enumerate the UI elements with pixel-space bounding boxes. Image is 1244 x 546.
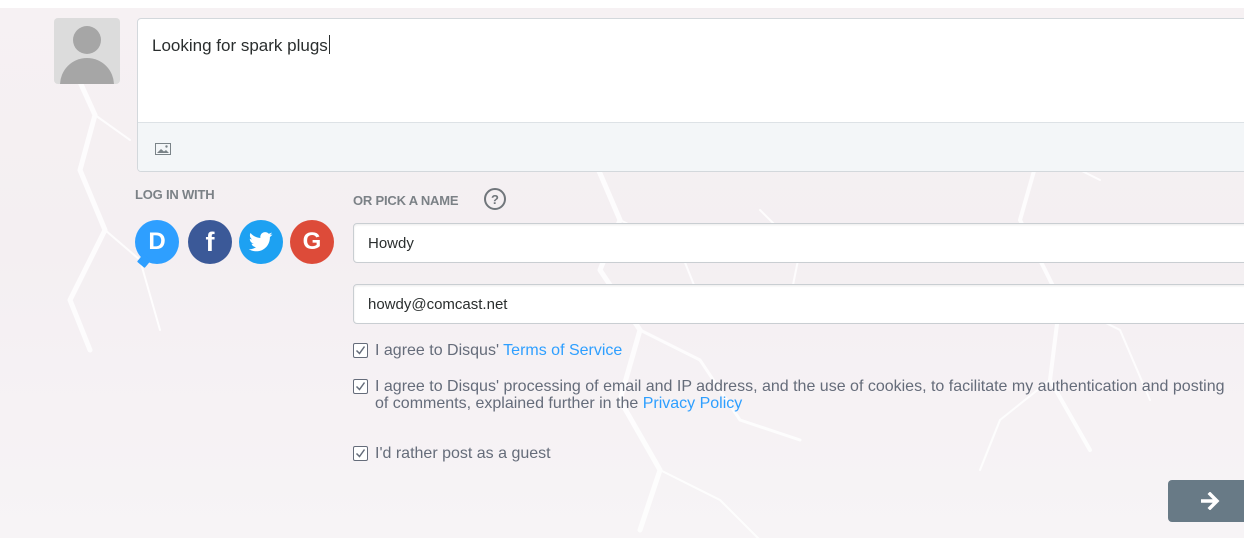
composer-toolbar <box>138 122 1244 171</box>
avatar-head <box>73 26 101 54</box>
comment-textarea[interactable]: Looking for spark plugs <box>138 19 1244 137</box>
user-avatar <box>54 18 120 84</box>
check-icon <box>355 449 366 458</box>
twitter-bird-icon <box>249 232 273 252</box>
help-glyph: ? <box>491 191 499 207</box>
guest-consent-text: I'd rather post as a guest <box>375 445 551 462</box>
comment-composer[interactable]: Looking for spark plugs <box>137 18 1244 172</box>
disqus-login-button[interactable]: D <box>135 220 179 264</box>
privacy-consent-row: I agree to Disqus' processing of email a… <box>353 378 1235 412</box>
guest-checkbox[interactable] <box>353 446 368 461</box>
google-icon: G <box>302 228 322 255</box>
disqus-icon: D <box>148 228 166 255</box>
terms-checkbox[interactable] <box>353 343 368 358</box>
check-icon <box>355 346 366 355</box>
top-edge <box>0 0 1244 8</box>
comment-text: Looking for spark plugs <box>152 36 328 55</box>
log-in-with-label: LOG IN WITH <box>135 187 215 202</box>
terms-prefix: I agree to Disqus' <box>375 342 504 359</box>
twitter-login-button[interactable] <box>239 220 283 264</box>
avatar-shoulders <box>60 58 114 84</box>
privacy-checkbox[interactable] <box>353 379 368 394</box>
text-cursor <box>328 35 330 54</box>
image-upload-icon[interactable] <box>155 143 171 155</box>
privacy-text: I agree to Disqus' processing of email a… <box>375 378 1225 412</box>
help-icon[interactable]: ? <box>484 188 506 210</box>
google-login-button[interactable]: G <box>290 220 334 264</box>
guest-consent-row: I'd rather post as a guest <box>353 445 551 462</box>
check-icon <box>355 382 366 391</box>
privacy-consent-text: I agree to Disqus' processing of email a… <box>375 378 1235 412</box>
name-input[interactable] <box>353 223 1244 263</box>
submit-button[interactable] <box>1168 480 1244 522</box>
facebook-login-button[interactable]: f <box>188 220 232 264</box>
arrow-right-icon <box>1200 492 1219 510</box>
facebook-icon: f <box>205 226 215 257</box>
terms-consent-text: I agree to Disqus' Terms of Service <box>375 342 622 359</box>
terms-of-service-link[interactable]: Terms of Service <box>503 342 622 359</box>
privacy-policy-link[interactable]: Privacy Policy <box>643 395 743 412</box>
pick-a-name-label: OR PICK A NAME <box>353 193 459 208</box>
terms-consent-row: I agree to Disqus' Terms of Service <box>353 342 622 359</box>
bottom-edge <box>0 538 1244 546</box>
email-input[interactable] <box>353 284 1244 324</box>
